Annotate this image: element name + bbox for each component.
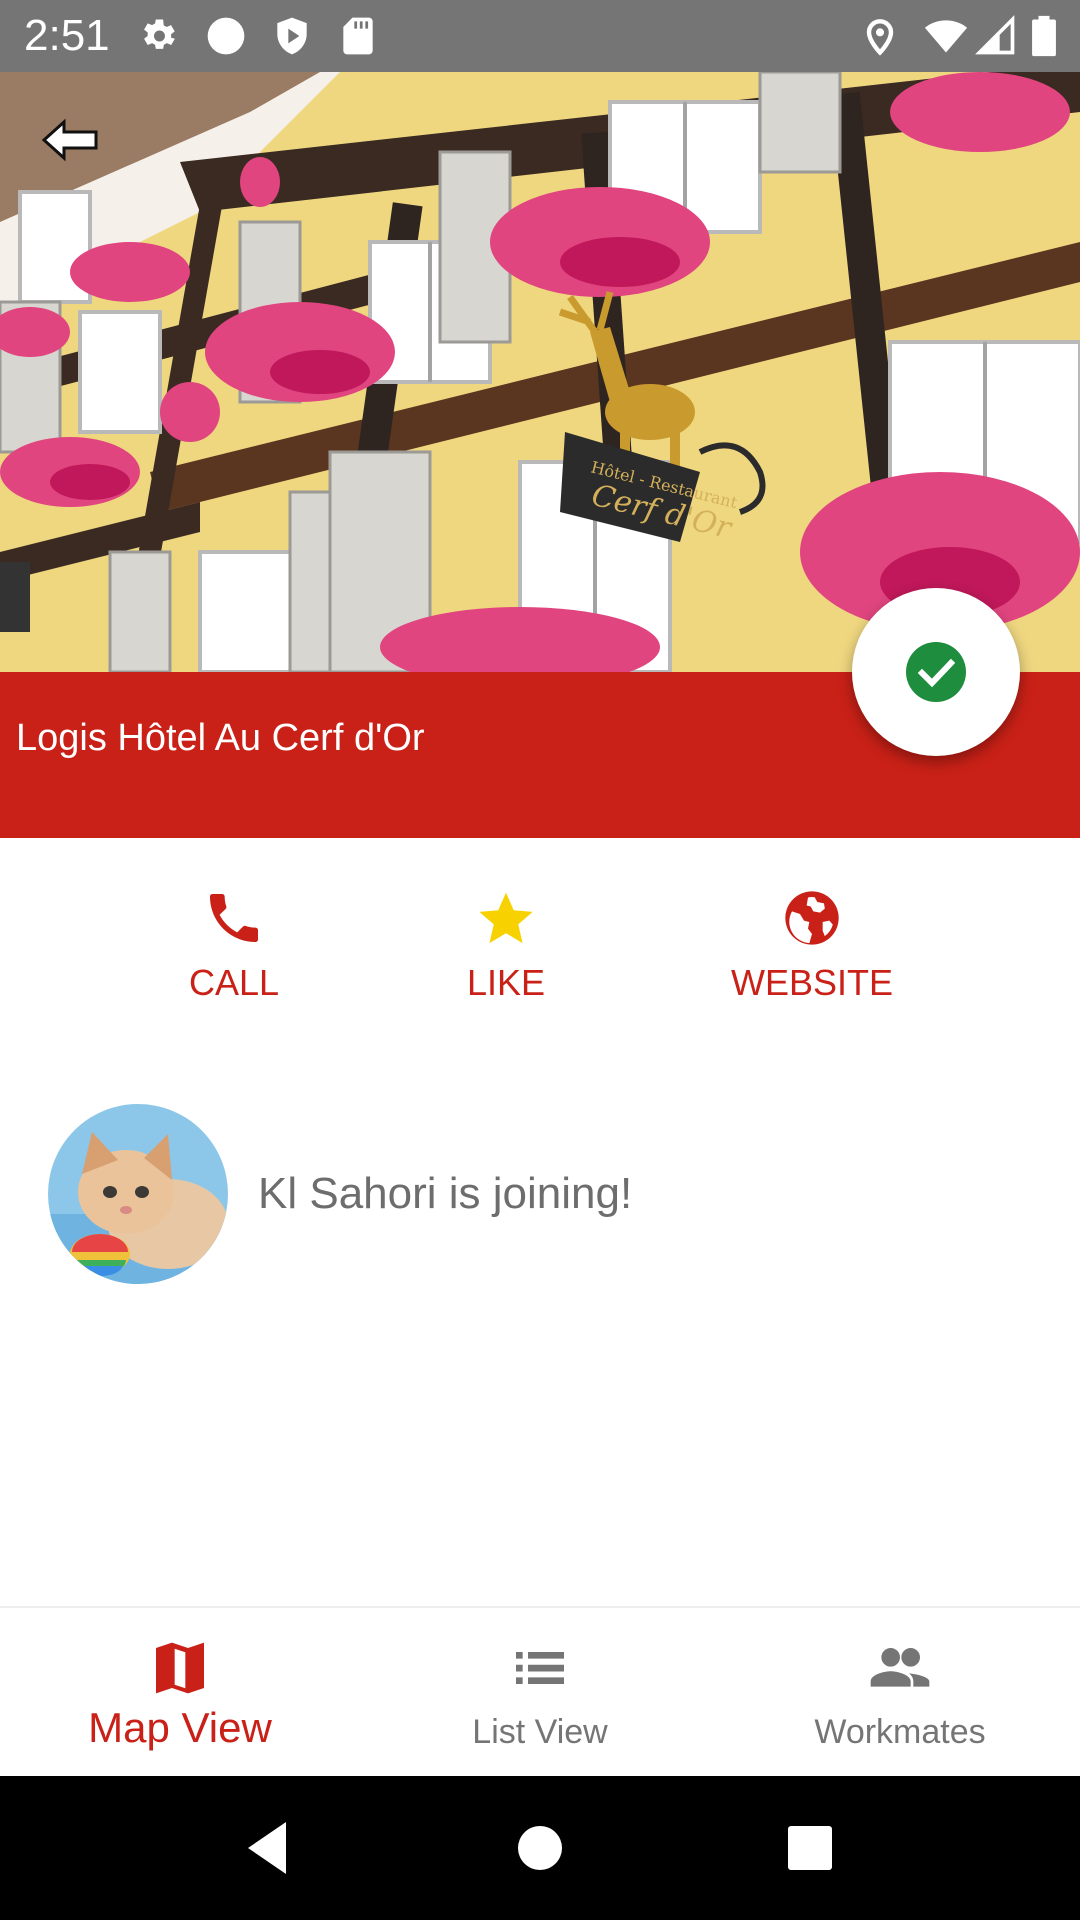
like-label: LIKE: [466, 962, 546, 1003]
arrow-back-icon: [41, 118, 98, 162]
website-button[interactable]: WEBSITE: [692, 886, 932, 1010]
circle-icon: [204, 14, 248, 58]
tab-label: List View: [472, 1713, 608, 1751]
back-button[interactable]: [36, 104, 108, 176]
workmate-list-item[interactable]: Kl Sahori is joining!: [48, 1104, 948, 1284]
system-navigation-bar: [0, 1776, 1080, 1920]
join-restaurant-fab[interactable]: [852, 588, 1020, 756]
tab-label: Workmates: [814, 1713, 986, 1751]
tab-label: Map View: [88, 1704, 272, 1751]
status-time: 2:51: [24, 11, 110, 60]
globe-icon: [785, 891, 839, 945]
star-icon: [479, 892, 533, 944]
battery-icon: [1022, 14, 1066, 58]
joining-text: Kl Sahori is joining!: [258, 1169, 633, 1218]
recents-square-icon[interactable]: [780, 1818, 840, 1878]
list-icon: [516, 1652, 564, 1684]
website-label: WEBSITE: [730, 962, 894, 1003]
shield-play-icon: [270, 14, 314, 58]
call-button[interactable]: CALL: [114, 886, 354, 1010]
wifi-icon: [924, 14, 968, 58]
back-triangle-icon[interactable]: [238, 1818, 298, 1878]
location-icon: [858, 14, 902, 58]
phone-icon: [210, 894, 258, 942]
tab-list-view[interactable]: List View: [360, 1608, 720, 1778]
signal-icon: [974, 14, 1018, 58]
hotel-name: Logis Hôtel Au Cerf d'Or: [16, 717, 425, 759]
check-circle-icon: [906, 642, 966, 702]
tab-workmates[interactable]: Workmates: [720, 1608, 1080, 1778]
like-button[interactable]: LIKE: [386, 886, 626, 1010]
status-bar: 2:51: [0, 0, 1080, 72]
avatar: [48, 1104, 228, 1284]
call-label: CALL: [188, 962, 280, 1003]
settings-icon: [136, 14, 180, 58]
tab-map-view[interactable]: Map View: [0, 1608, 360, 1778]
bottom-navigation: Map View List View Workmates: [0, 1606, 1080, 1778]
hotel-photo: Hôtel - Restaurant Cerf d'Or: [0, 72, 1080, 672]
sd-card-icon: [336, 14, 380, 58]
map-icon: [156, 1642, 204, 1694]
home-circle-icon[interactable]: [510, 1818, 570, 1878]
people-icon: [870, 1648, 930, 1687]
